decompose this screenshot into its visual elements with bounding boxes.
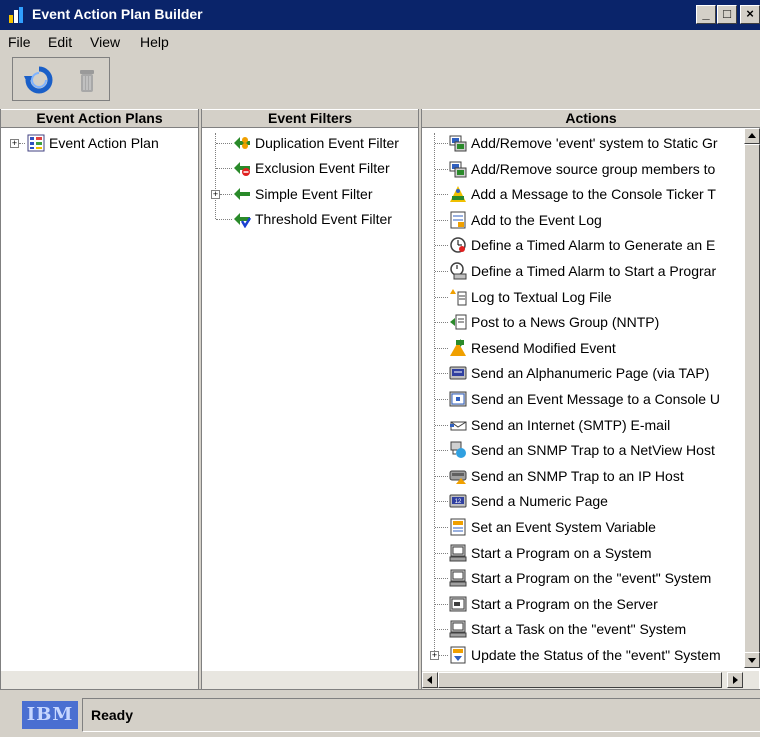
action-item-label: Define a Timed Alarm to Generate an E xyxy=(471,237,716,253)
panes-container: Event Action Plans + Event Action Plan E… xyxy=(0,109,760,689)
action-item-label: Start a Task on the "event" System xyxy=(471,621,687,637)
action-item-label: Log to Textual Log File xyxy=(471,289,612,305)
resend-icon xyxy=(450,339,466,356)
tree-item-label: Exclusion Event Filter xyxy=(255,160,390,176)
app-icon xyxy=(9,7,23,23)
window-title: Event Action Plan Builder xyxy=(32,6,203,22)
trash-icon[interactable] xyxy=(71,64,103,96)
group-icon xyxy=(449,161,467,178)
computer-icon xyxy=(449,620,467,638)
event-filters-pane: Event Filters + Duplication Event Filter… xyxy=(201,109,419,689)
computer-icon xyxy=(449,544,467,562)
simple-filter-icon xyxy=(234,188,250,200)
log-icon xyxy=(450,211,466,229)
group-icon xyxy=(449,135,467,152)
scroll-thumb[interactable] xyxy=(744,144,760,654)
scroll-up-button[interactable] xyxy=(744,128,760,144)
email-icon xyxy=(450,421,467,431)
arrow-up-icon xyxy=(748,133,756,138)
action-item-label: Add to the Event Log xyxy=(471,212,602,228)
action-item-label: Update the Status of the "event" System xyxy=(471,647,721,663)
actions-vscroll[interactable] xyxy=(744,128,760,668)
filters-header[interactable]: Event Filters xyxy=(202,109,418,128)
menu-edit[interactable]: Edit xyxy=(48,34,72,50)
status-text: Ready xyxy=(91,707,134,723)
ticker-icon xyxy=(450,186,466,202)
expand-icon[interactable]: + xyxy=(10,139,19,148)
action-item-label: Start a Program on the Server xyxy=(471,596,658,612)
filters-hscroll[interactable] xyxy=(202,671,418,689)
alarm-program-icon xyxy=(450,262,467,280)
exclusion-filter-icon xyxy=(234,162,250,176)
actions-hscroll[interactable] xyxy=(422,671,759,689)
plans-header[interactable]: Event Action Plans xyxy=(1,109,198,128)
menu-file[interactable]: File xyxy=(8,34,31,50)
tree-item-label: Duplication Event Filter xyxy=(255,135,399,151)
action-item-label: Set an Event System Variable xyxy=(471,519,656,535)
action-item-label: Add/Remove source group members to xyxy=(471,161,716,177)
svg-text:12: 12 xyxy=(455,499,462,505)
duplication-filter-icon xyxy=(234,137,250,149)
arrow-down-icon xyxy=(748,658,756,663)
arrow-left-icon xyxy=(427,676,432,684)
title-bar: Event Action Plan Builder _ □ × xyxy=(0,0,760,30)
status-bar: IBM Ready xyxy=(0,689,760,737)
alarm-icon xyxy=(450,237,466,253)
tree-item-label: Threshold Event Filter xyxy=(255,211,392,227)
text-log-icon xyxy=(450,289,467,306)
action-item-label: Start a Program on the "event" System xyxy=(471,570,712,586)
tree-item-label: Event Action Plan xyxy=(49,135,159,151)
variable-icon xyxy=(450,518,466,536)
ibm-logo: IBM xyxy=(22,701,78,729)
maximize-button[interactable]: □ xyxy=(717,5,737,24)
close-button[interactable]: × xyxy=(740,5,760,24)
action-item-label: Start a Program on a System xyxy=(471,545,652,561)
action-item-label: Send an Event Message to a Console U xyxy=(471,391,721,407)
scroll-left-button[interactable] xyxy=(422,672,438,688)
hscroll-thumb[interactable] xyxy=(438,672,722,688)
event-action-plans-pane: Event Action Plans + Event Action Plan xyxy=(0,109,199,689)
snmp-ip-icon xyxy=(449,470,467,484)
scroll-right-button[interactable] xyxy=(727,672,743,688)
expand-icon[interactable]: + xyxy=(211,190,220,199)
action-item-label: Send an SNMP Trap to a NetView Host xyxy=(471,442,715,458)
snmp-netview-icon xyxy=(450,441,466,458)
action-item-label: Add/Remove 'event' system to Static Gr xyxy=(471,135,718,151)
action-item-label: Resend Modified Event xyxy=(471,340,616,356)
status-field: Ready xyxy=(82,698,760,732)
server-icon xyxy=(449,596,467,612)
expand-icon[interactable]: + xyxy=(430,651,439,660)
refresh-icon[interactable] xyxy=(23,64,55,96)
toolbar xyxy=(12,57,110,101)
actions-pane: Actions Add/Remove 'event' system to Sta… xyxy=(421,109,760,689)
action-item-label: Post to a News Group (NNTP) xyxy=(471,314,660,330)
action-item-label: Add a Message to the Console Ticker T xyxy=(471,186,716,202)
numeric-pager-icon: 12 xyxy=(449,494,467,508)
plan-icon xyxy=(27,134,45,152)
action-item-label: Send a Numeric Page xyxy=(471,493,608,509)
action-item-label: Send an Alphanumeric Page (via TAP) xyxy=(471,365,710,381)
menu-help[interactable]: Help xyxy=(140,34,169,50)
news-icon xyxy=(450,314,467,330)
menu-view[interactable]: View xyxy=(90,34,120,50)
console-icon xyxy=(449,391,467,407)
tree-item-label: Simple Event Filter xyxy=(255,186,373,202)
action-item-label: Send an SNMP Trap to an IP Host xyxy=(471,468,684,484)
action-item-label: Send an Internet (SMTP) E-mail xyxy=(471,417,671,433)
status-icon xyxy=(450,646,466,664)
actions-header[interactable]: Actions xyxy=(422,109,760,128)
plans-hscroll[interactable] xyxy=(1,671,198,689)
computer-icon xyxy=(449,569,467,587)
arrow-right-icon xyxy=(733,676,738,684)
threshold-filter-icon xyxy=(234,213,251,228)
action-item-label: Define a Timed Alarm to Start a Prograr xyxy=(471,263,717,279)
scroll-down-button[interactable] xyxy=(744,652,760,668)
pager-icon xyxy=(449,366,467,380)
menu-bar: File Edit View Help xyxy=(0,30,760,54)
minimize-button[interactable]: _ xyxy=(696,5,716,24)
